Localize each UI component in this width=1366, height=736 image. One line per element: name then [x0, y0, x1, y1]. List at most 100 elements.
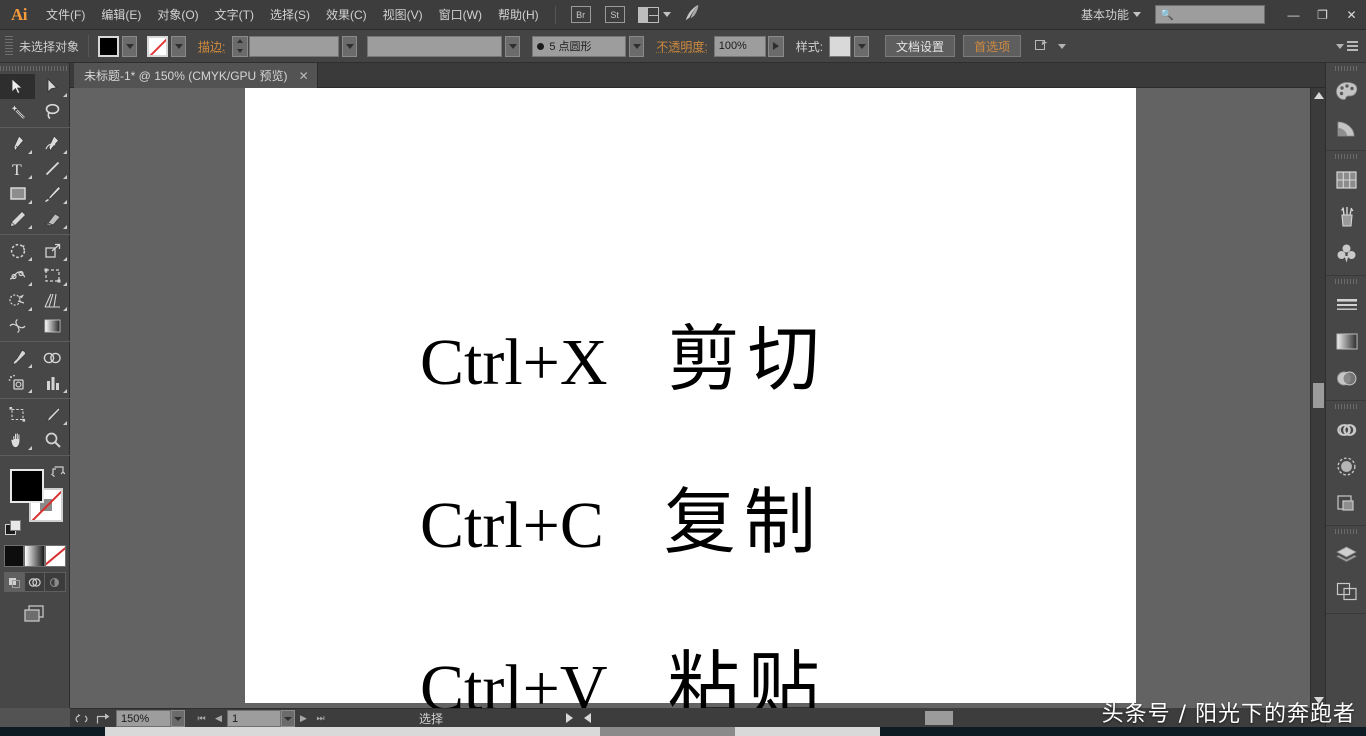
dock-group-grip[interactable] — [1326, 276, 1366, 286]
minimize-button[interactable]: — — [1279, 4, 1308, 26]
document-setup-button[interactable]: 文档设置 — [885, 35, 956, 57]
free-transform-tool[interactable] — [35, 263, 70, 288]
dock-group-grip[interactable] — [1326, 401, 1366, 411]
swap-fill-stroke-icon[interactable] — [51, 465, 66, 477]
opacity-control[interactable]: 100% — [713, 35, 784, 57]
stroke-profile-input[interactable] — [367, 35, 503, 57]
panel-menu-icon[interactable] — [1331, 41, 1358, 51]
lasso-tool[interactable] — [35, 99, 70, 124]
stroke-weight-dropdown[interactable] — [342, 35, 358, 57]
search-input[interactable]: 🔍 — [1155, 5, 1265, 24]
eyedropper-tool[interactable] — [0, 345, 35, 370]
gradient-button[interactable] — [24, 545, 45, 567]
direct-selection-tool[interactable] — [35, 74, 70, 99]
magic-wand-tool[interactable] — [0, 99, 35, 124]
tools-panel-grip[interactable] — [0, 63, 69, 74]
symbol-sprayer-tool[interactable] — [0, 370, 35, 395]
close-icon[interactable]: ✕ — [299, 69, 309, 83]
paintbrush-tool[interactable] — [35, 181, 70, 206]
pen-tool[interactable] — [0, 131, 35, 156]
curvature-tool[interactable] — [35, 131, 70, 156]
toolbar-fill-swatch[interactable] — [10, 469, 44, 503]
horizontal-scroll-thumb[interactable] — [925, 711, 953, 725]
artboard-number-input[interactable]: 1 — [227, 710, 281, 727]
workspace-switcher[interactable]: 基本功能 — [1081, 6, 1141, 23]
menu-object[interactable]: 对象(O) — [149, 0, 206, 30]
stroke-dropdown-button[interactable] — [171, 35, 187, 57]
canvas-area[interactable]: Ctrl+X 剪切 Ctrl+C 复制 Ctrl+V 粘贴 — [70, 88, 1325, 708]
fill-control[interactable] — [98, 35, 138, 57]
eraser-tool[interactable] — [35, 206, 70, 231]
stroke-weight-input[interactable] — [249, 35, 340, 57]
artboard-tool[interactable] — [0, 402, 35, 427]
select-similar-objects-icon[interactable] — [1035, 39, 1067, 53]
appearance-panel-icon[interactable] — [1326, 448, 1366, 485]
gradient-tool[interactable] — [35, 313, 70, 338]
rotate-tool[interactable] — [0, 238, 35, 263]
menu-file[interactable]: 文件(F) — [38, 0, 93, 30]
scroll-left-button[interactable] — [580, 710, 595, 726]
zoom-control[interactable]: 150% — [116, 710, 185, 727]
stroke-control[interactable] — [147, 35, 187, 57]
undo-icon[interactable] — [70, 710, 92, 728]
brush-definition-control[interactable]: 5 点圆形 — [532, 35, 645, 57]
brush-definition-dropdown[interactable] — [629, 35, 645, 57]
stroke-weight-control[interactable] — [232, 35, 358, 57]
next-artboard-button[interactable]: ▶ — [295, 710, 312, 728]
libraries-panel-icon[interactable] — [1326, 411, 1366, 448]
artboards-panel-icon[interactable] — [1326, 573, 1366, 610]
gradient-panel-icon[interactable] — [1326, 323, 1366, 360]
dock-group-grip[interactable] — [1326, 526, 1366, 536]
opacity-input[interactable]: 100% — [713, 35, 766, 57]
scroll-right-button[interactable] — [562, 710, 577, 726]
draw-inside-button[interactable] — [45, 573, 64, 591]
stroke-weight-label[interactable]: 描边: — [198, 38, 225, 55]
swatches-panel-icon[interactable] — [1326, 161, 1366, 198]
artboard-dropdown[interactable] — [281, 710, 295, 727]
width-tool[interactable] — [0, 263, 35, 288]
layers-panel-icon[interactable] — [1326, 536, 1366, 573]
graphic-style-swatch[interactable] — [829, 35, 852, 57]
zoom-tool[interactable] — [35, 427, 70, 452]
vertical-scrollbar[interactable] — [1310, 88, 1325, 708]
opacity-flyout-button[interactable] — [767, 35, 784, 57]
column-graph-tool[interactable] — [35, 370, 70, 395]
menu-view[interactable]: 视图(V) — [375, 0, 431, 30]
rectangle-tool[interactable] — [0, 181, 35, 206]
shape-builder-tool[interactable] — [0, 288, 35, 313]
arrange-documents-icon[interactable] — [637, 6, 671, 23]
graphic-style-control[interactable] — [829, 35, 870, 57]
document-tab[interactable]: 未标题-1* @ 150% (CMYK/GPU 预览) ✕ — [74, 63, 318, 88]
type-tool[interactable]: T — [0, 156, 35, 181]
menu-window[interactable]: 窗口(W) — [431, 0, 490, 30]
stock-icon[interactable]: St — [604, 6, 625, 23]
fill-swatch[interactable] — [98, 35, 120, 57]
menu-select[interactable]: 选择(S) — [262, 0, 318, 30]
draw-normal-button[interactable] — [4, 573, 25, 591]
blend-tool[interactable] — [35, 345, 70, 370]
perspective-grid-tool[interactable] — [35, 288, 70, 313]
stroke-swatch[interactable] — [147, 35, 169, 57]
fill-dropdown-button[interactable] — [122, 35, 138, 57]
opacity-label[interactable]: 不透明度: — [656, 38, 707, 55]
prev-artboard-button[interactable]: ◀ — [210, 710, 227, 728]
color-guide-panel-icon[interactable] — [1326, 110, 1366, 147]
transparency-panel-icon[interactable] — [1326, 360, 1366, 397]
rocket-icon[interactable] — [681, 3, 703, 26]
restore-button[interactable]: ❐ — [1308, 4, 1337, 26]
horizontal-scrollbar[interactable] — [560, 708, 1325, 728]
zoom-dropdown[interactable] — [171, 710, 185, 727]
close-button[interactable]: ✕ — [1337, 4, 1366, 26]
artboard-number-control[interactable]: 1 — [227, 710, 295, 727]
line-segment-tool[interactable] — [35, 156, 70, 181]
hand-tool[interactable] — [0, 427, 35, 452]
scale-tool[interactable] — [35, 238, 70, 263]
none-button[interactable] — [44, 545, 66, 567]
default-fill-stroke-icon[interactable] — [5, 520, 21, 535]
dock-group-grip[interactable] — [1326, 63, 1366, 73]
preferences-button[interactable]: 首选项 — [963, 35, 1022, 57]
shortcut-line-1[interactable]: Ctrl+X 剪切 — [420, 300, 828, 405]
scroll-down-button[interactable] — [1311, 693, 1325, 708]
brush-definition-input[interactable]: 5 点圆形 — [532, 35, 627, 57]
artboard[interactable]: Ctrl+X 剪切 Ctrl+C 复制 Ctrl+V 粘贴 — [245, 88, 1136, 708]
